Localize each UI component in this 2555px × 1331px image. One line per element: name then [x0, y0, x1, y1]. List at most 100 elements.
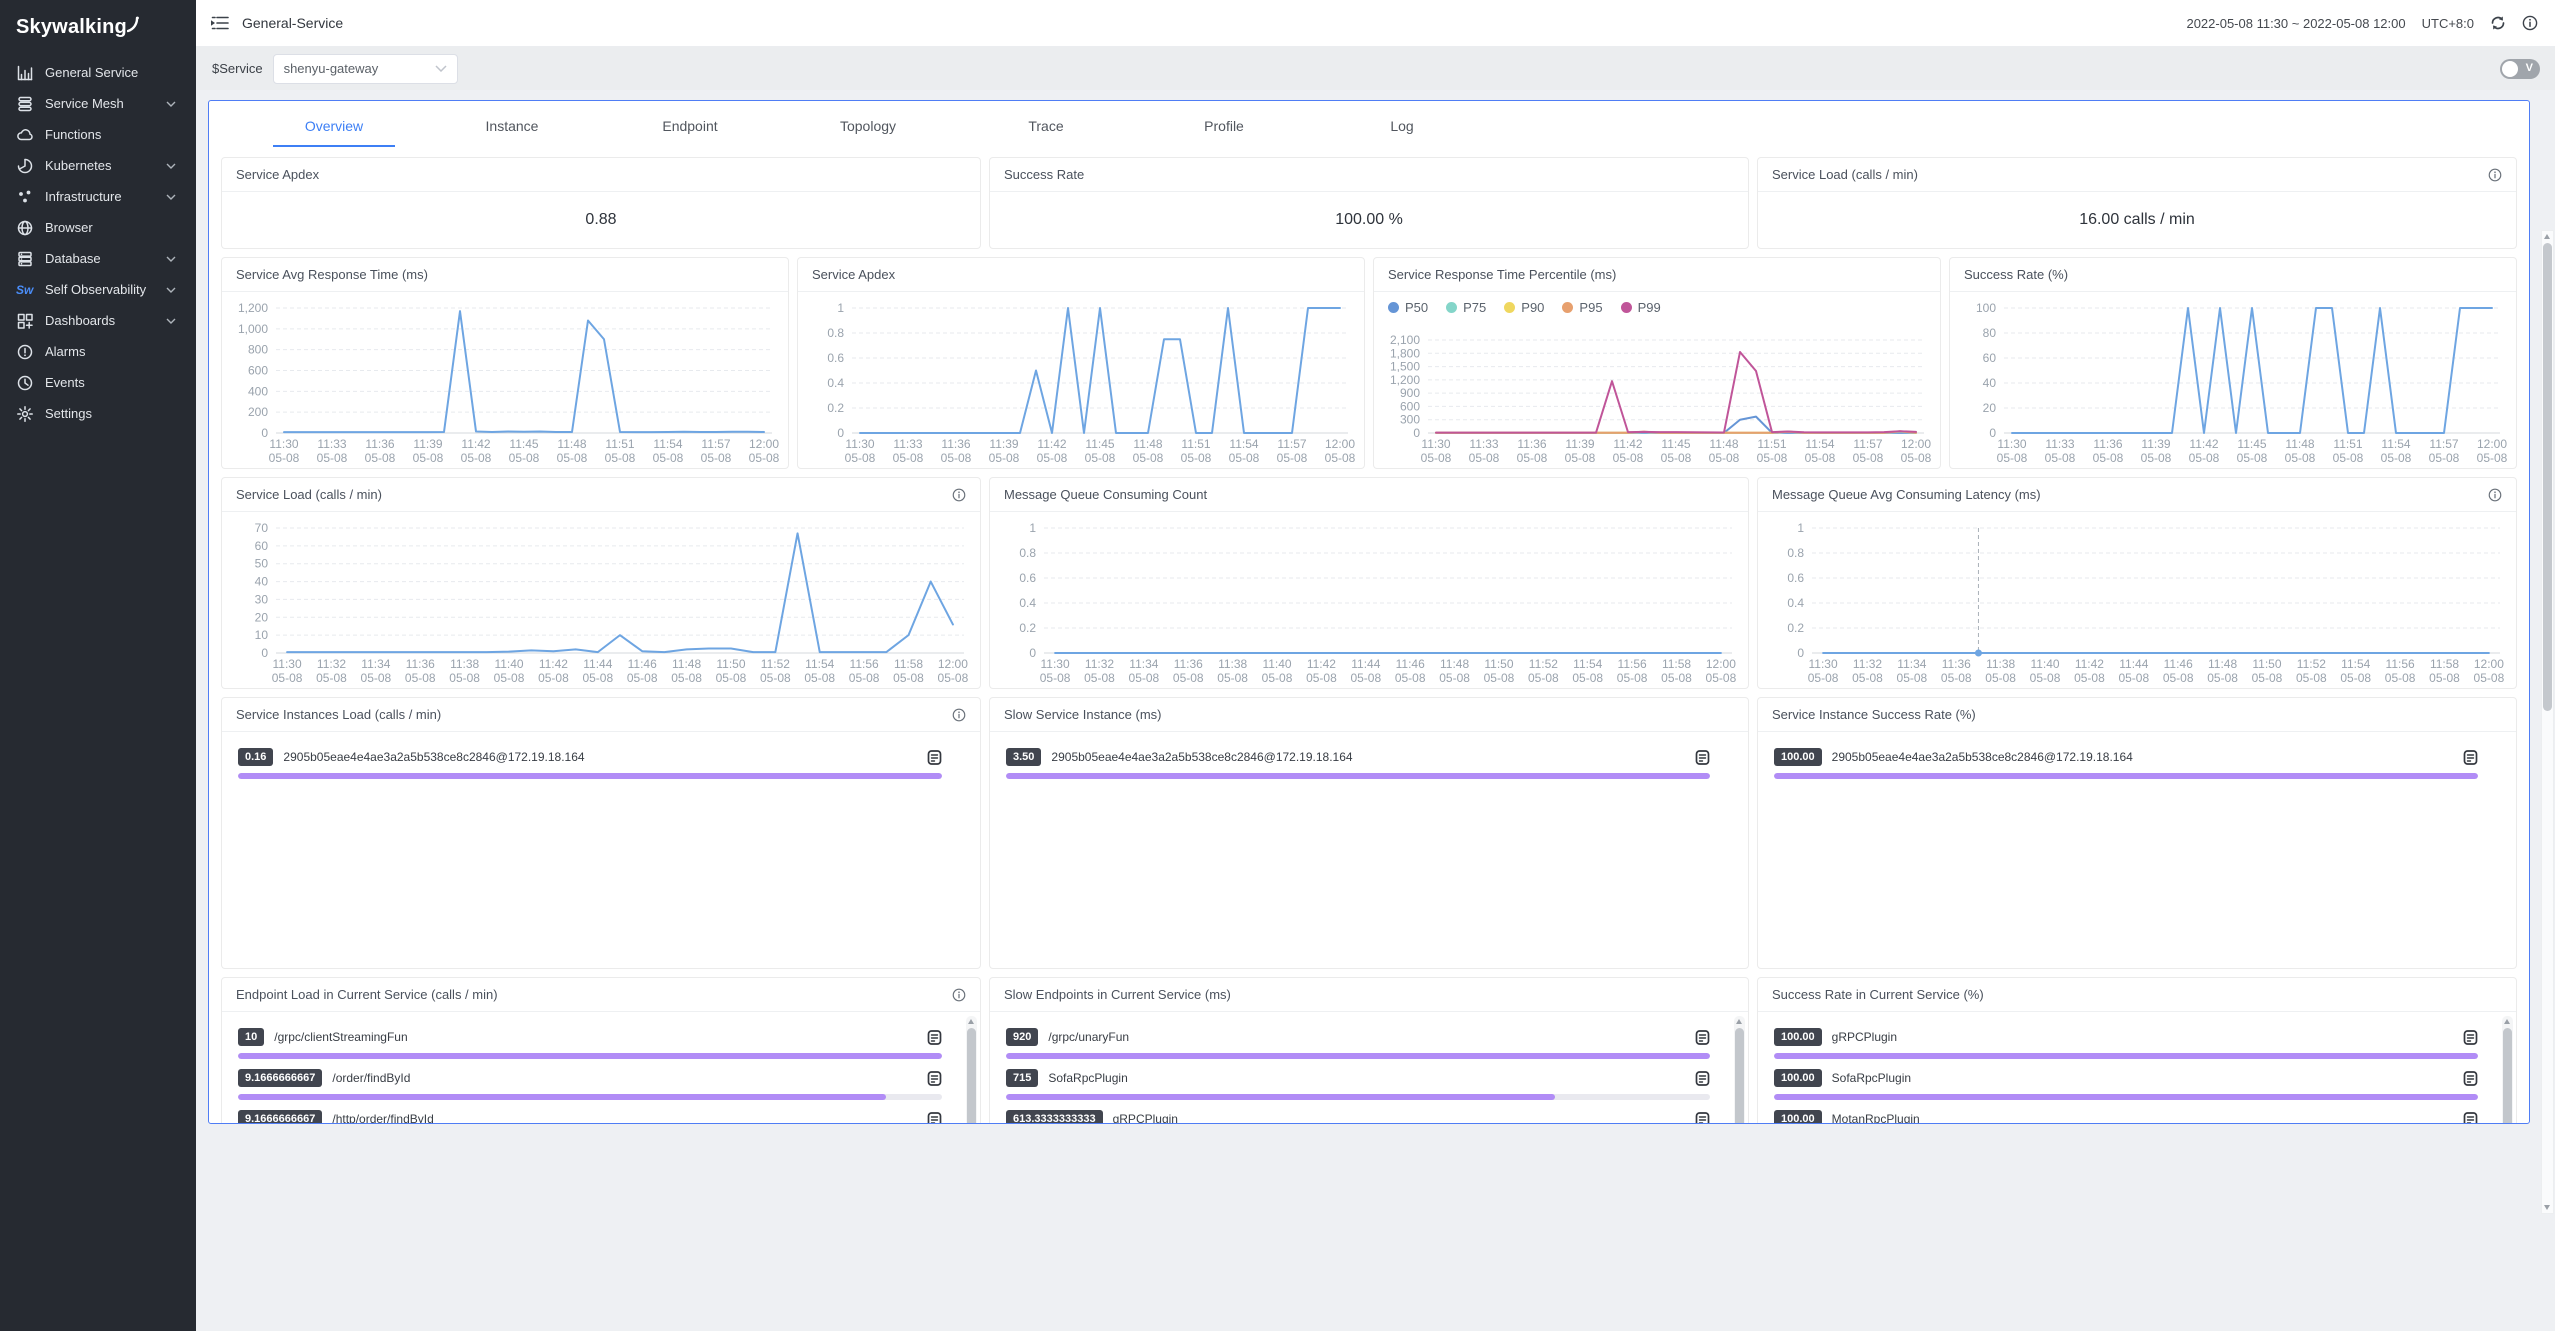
app-logo[interactable]: Skywalking [0, 0, 196, 57]
tab-trace[interactable]: Trace [957, 105, 1135, 149]
legend-item[interactable]: P75 [1446, 300, 1486, 315]
svg-text:11:56: 11:56 [2386, 657, 2415, 671]
legend-item[interactable]: P99 [1621, 300, 1661, 315]
metric-row: 0.162905b05eae4e4ae3a2a5b538ce8c2846@172… [222, 738, 980, 779]
inspect-button[interactable] [927, 1071, 942, 1086]
svg-text:400: 400 [248, 384, 268, 398]
sidebar-item-self-observability[interactable]: Sw Self Observability [0, 274, 196, 305]
info-icon[interactable] [2522, 15, 2538, 31]
sidebar-item-alarms[interactable]: Alarms [0, 336, 196, 367]
gear-icon [16, 405, 34, 423]
inspect-button[interactable] [2463, 1030, 2478, 1045]
svg-text:05-08: 05-08 [1133, 451, 1164, 465]
metric-row: 100.00SofaRpcPlugin [1758, 1059, 2516, 1100]
svg-text:11:30: 11:30 [1997, 437, 2026, 451]
tab-log[interactable]: Log [1313, 105, 1491, 149]
svg-text:0.8: 0.8 [1787, 546, 1804, 560]
sidebar-item-settings[interactable]: Settings [0, 398, 196, 429]
svg-text:30: 30 [255, 592, 269, 606]
sidebar-item-browser[interactable]: Browser [0, 212, 196, 243]
sidebar-item-events[interactable]: Events [0, 367, 196, 398]
info-icon[interactable] [952, 988, 966, 1002]
svg-text:10: 10 [255, 628, 269, 642]
metric-row: 613.3333333333gRPCPlugin [990, 1100, 1748, 1124]
svg-text:2,100: 2,100 [1390, 333, 1420, 347]
svg-text:05-08: 05-08 [627, 671, 658, 685]
svg-text:11:42: 11:42 [1613, 437, 1642, 451]
info-icon[interactable] [2488, 168, 2502, 182]
svg-text:11:54: 11:54 [1229, 437, 1258, 451]
card-service-load: Service Load (calls / min) 16.00 calls /… [1757, 157, 2517, 249]
card-scrollbar[interactable] [1734, 1016, 1745, 1124]
info-icon[interactable] [952, 488, 966, 502]
inspect-button[interactable] [927, 1112, 942, 1125]
svg-text:05-08: 05-08 [2118, 671, 2149, 685]
tab-overview[interactable]: Overview [245, 105, 423, 149]
page-title: General-Service [242, 15, 343, 31]
inspect-button[interactable] [927, 1030, 942, 1045]
inspect-button[interactable] [1695, 1071, 1710, 1086]
scroll-up-arrow[interactable] [2544, 234, 2550, 239]
svg-text:11:38: 11:38 [1986, 657, 2015, 671]
svg-text:11:48: 11:48 [1133, 437, 1162, 451]
sidebar-item-general-service[interactable]: General Service [0, 57, 196, 88]
scrollbar-thumb[interactable] [2543, 243, 2552, 711]
info-icon[interactable] [952, 708, 966, 722]
svg-text:05-08: 05-08 [760, 671, 791, 685]
svg-text:11:38: 11:38 [450, 657, 479, 671]
inspect-button[interactable] [2463, 1071, 2478, 1086]
inspect-button[interactable] [1695, 1112, 1710, 1125]
chevron-down-icon [435, 65, 447, 72]
page-scrollbar[interactable] [2541, 230, 2554, 1214]
tab-profile[interactable]: Profile [1135, 105, 1313, 149]
tab-topology[interactable]: Topology [779, 105, 957, 149]
view-toggle[interactable]: V [2500, 59, 2540, 79]
svg-text:11:56: 11:56 [1618, 657, 1647, 671]
info-icon[interactable] [2488, 488, 2502, 502]
legend-item[interactable]: P50 [1388, 300, 1428, 315]
service-select[interactable]: shenyu-gateway [273, 54, 458, 84]
time-range[interactable]: 2022-05-08 11:30 ~ 2022-05-08 12:00 [2186, 16, 2405, 31]
svg-text:11:54: 11:54 [653, 437, 682, 451]
svg-text:60: 60 [255, 539, 269, 553]
legend-item[interactable]: P90 [1504, 300, 1544, 315]
svg-text:05-08: 05-08 [1706, 671, 1737, 685]
sidebar-item-functions[interactable]: Functions [0, 119, 196, 150]
scroll-down-arrow[interactable] [2544, 1205, 2550, 1210]
inspect-button[interactable] [1695, 1030, 1710, 1045]
sidebar-item-kubernetes[interactable]: Kubernetes [0, 150, 196, 181]
sidebar-item-service-mesh[interactable]: Service Mesh [0, 88, 196, 119]
inspect-button[interactable] [1695, 750, 1710, 765]
card-scrollbar[interactable] [2502, 1016, 2513, 1124]
inspect-button[interactable] [2463, 750, 2478, 765]
tab-bar: Overview Instance Endpoint Topology Trac… [221, 105, 2517, 149]
chart-canvas: 00.20.40.60.8111:3005-0811:3205-0811:340… [990, 512, 1748, 689]
line-chart: 00.20.40.60.8111:3005-0811:3205-0811:340… [1758, 512, 2516, 689]
svg-text:05-08: 05-08 [2333, 451, 2364, 465]
sidebar-item-dashboards[interactable]: Dashboards [0, 305, 196, 336]
legend-item[interactable]: P95 [1562, 300, 1602, 315]
svg-text:05-08: 05-08 [1805, 451, 1836, 465]
tab-instance[interactable]: Instance [423, 105, 601, 149]
card-scrollbar[interactable] [966, 1016, 977, 1124]
svg-text:11:40: 11:40 [2030, 657, 2059, 671]
svg-text:05-08: 05-08 [413, 451, 444, 465]
chart-legend: P50 P75 P90 P95 P99 [1388, 300, 1661, 315]
refresh-icon[interactable] [2490, 15, 2506, 31]
inspect-button[interactable] [927, 750, 942, 765]
svg-text:100: 100 [1976, 301, 1996, 315]
tab-endpoint[interactable]: Endpoint [601, 105, 779, 149]
svg-text:05-08: 05-08 [2074, 671, 2105, 685]
chart-canvas: 00.20.40.60.8111:3005-0811:3205-0811:340… [1758, 512, 2516, 689]
topbar-right: 2022-05-08 11:30 ~ 2022-05-08 12:00 UTC+… [2186, 15, 2538, 31]
inspect-button[interactable] [2463, 1112, 2478, 1125]
metric-value-badge: 100.00 [1774, 748, 1822, 766]
menu-fold-icon[interactable] [210, 15, 230, 31]
metric-row: 3.502905b05eae4e4ae3a2a5b538ce8c2846@172… [990, 738, 1748, 779]
sidebar-item-infrastructure[interactable]: Infrastructure [0, 181, 196, 212]
svg-text:05-08: 05-08 [494, 671, 525, 685]
svg-text:0.6: 0.6 [827, 351, 844, 365]
toggle-label: V [2526, 62, 2533, 74]
sidebar-item-database[interactable]: Database [0, 243, 196, 274]
svg-text:05-08: 05-08 [557, 451, 588, 465]
